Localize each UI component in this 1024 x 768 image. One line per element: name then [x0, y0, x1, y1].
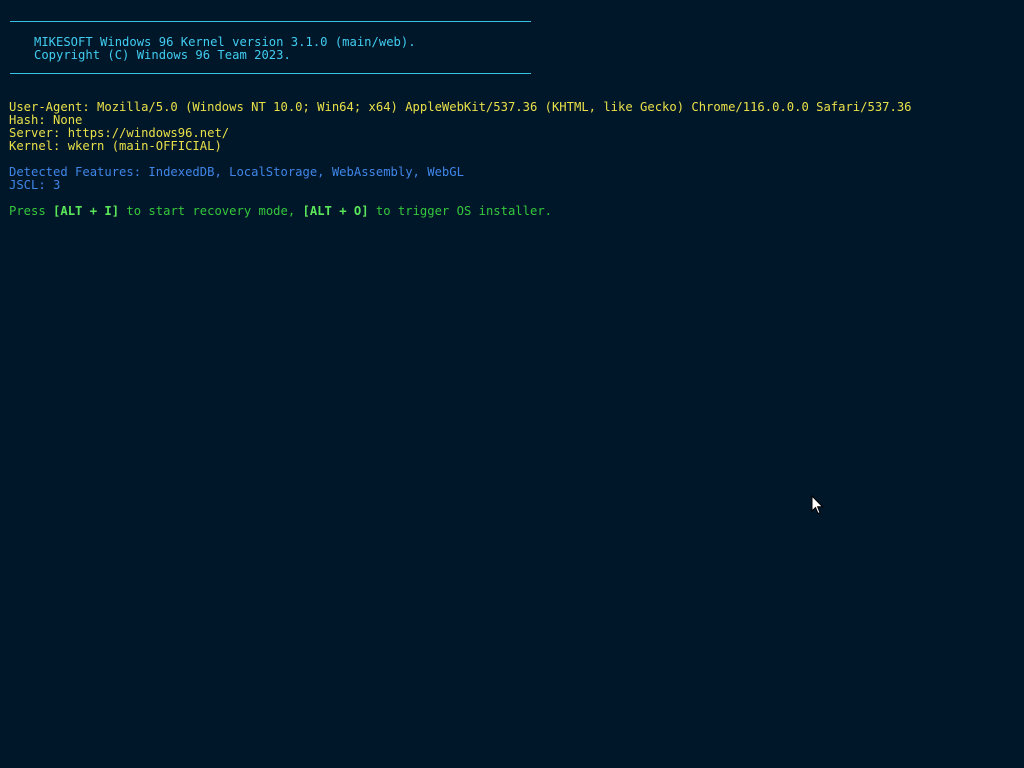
boot-console: MIKESOFT Windows 96 Kernel version 3.1.0… [0, 0, 1024, 768]
installer-key-hint: [ALT + O] [302, 204, 369, 218]
copyright-line: Copyright (C) Windows 96 Team 2023. [34, 48, 291, 62]
header-bottom-rule [10, 73, 531, 74]
header-top-rule [10, 21, 531, 22]
jscl-line: JSCL: 3 [9, 178, 61, 192]
user-agent-line: User-Agent: Mozilla/5.0 (Windows NT 10.0… [9, 100, 912, 114]
prompt-end-text: to trigger OS installer. [368, 204, 552, 218]
kernel-line: Kernel: wkern (main-OFFICIAL) [9, 139, 222, 153]
recovery-prompt-line: Press [ALT + I] to start recovery mode, … [9, 205, 552, 218]
mouse-pointer-icon [811, 495, 824, 515]
detected-features-line: Detected Features: IndexedDB, LocalStora… [9, 165, 464, 179]
prompt-mid-text: to start recovery mode, [119, 204, 303, 218]
recovery-key-hint: [ALT + I] [53, 204, 120, 218]
prompt-press-text: Press [9, 204, 54, 218]
